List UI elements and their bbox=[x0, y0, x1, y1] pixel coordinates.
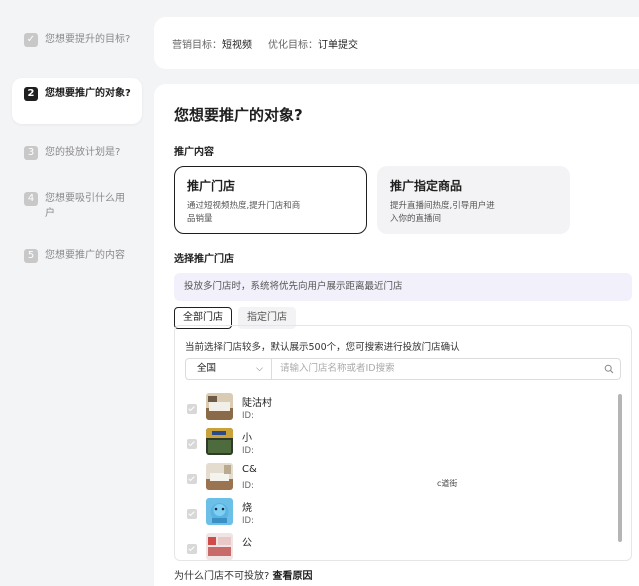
store-id: ID: bbox=[242, 516, 254, 526]
store-name: 烧 bbox=[242, 503, 252, 514]
table-row[interactable]: 小 ID: bbox=[175, 425, 615, 460]
list-scrollbar[interactable] bbox=[618, 394, 622, 542]
search-icon[interactable] bbox=[604, 364, 614, 374]
step-item-plan[interactable]: 3 您的投放计划是? bbox=[12, 137, 142, 168]
store-search-input[interactable]: 请输入门店名称或者ID搜索 bbox=[272, 359, 620, 379]
marketing-goal-value: 短视频 bbox=[222, 39, 252, 51]
step-number: 5 bbox=[24, 249, 38, 263]
step-number: 2 bbox=[24, 87, 38, 101]
store-thumbnail bbox=[206, 393, 233, 420]
table-row[interactable]: 公 bbox=[175, 530, 615, 560]
check-icon: ✓ bbox=[24, 33, 38, 47]
step-number: 3 bbox=[24, 146, 38, 160]
promotion-options: 推广门店 通过短视频热度,提升门店和商品销量 推广指定商品 提升直播间热度,引导… bbox=[174, 166, 634, 234]
region-select[interactable]: 全国 ⌵ bbox=[186, 359, 272, 379]
store-thumbnail bbox=[206, 498, 233, 525]
step-number: 4 bbox=[24, 192, 38, 206]
store-checkbox[interactable] bbox=[187, 404, 197, 414]
option-desc: 提升直播间热度,引导用户进入你的直播间 bbox=[390, 201, 495, 224]
store-checkbox[interactable] bbox=[187, 474, 197, 484]
view-reason-link[interactable]: 查看原因 bbox=[273, 571, 313, 582]
store-id: ID: bbox=[242, 481, 254, 491]
step-sidebar: ✓ 您想要提升的目标? 2 您想要推广的对象? 3 您的投放计划是? 4 您想要… bbox=[0, 0, 150, 586]
table-row[interactable]: C& ID: bbox=[175, 460, 615, 495]
region-value: 全国 bbox=[197, 363, 217, 374]
search-placeholder: 请输入门店名称或者ID搜索 bbox=[280, 363, 395, 374]
option-promote-product[interactable]: 推广指定商品 提升直播间热度,引导用户进入你的直播间 bbox=[377, 166, 570, 234]
step-item-content[interactable]: 5 您想要推广的内容 bbox=[12, 240, 142, 271]
unavailable-reason: 为什么门店不可投放? 查看原因 bbox=[174, 567, 313, 582]
store-checkbox[interactable] bbox=[187, 509, 197, 519]
store-checkbox[interactable] bbox=[187, 439, 197, 449]
store-thumbnail bbox=[206, 428, 233, 455]
store-filter: 全国 ⌵ 请输入门店名称或者ID搜索 bbox=[185, 358, 621, 380]
content-section-label: 推广内容 bbox=[174, 147, 214, 158]
chevron-down-icon: ⌵ bbox=[256, 364, 263, 374]
option-title: 推广门店 bbox=[187, 179, 236, 193]
marketing-goal-key: 营销目标： bbox=[172, 39, 222, 51]
step-label: 您想要吸引什么用户 bbox=[45, 193, 125, 219]
option-desc: 通过短视频热度,提升门店和商品销量 bbox=[187, 201, 301, 224]
main-card: 您想要推广的对象? 推广内容 推广门店 通过短视频热度,提升门店和商品销量 推广… bbox=[154, 84, 639, 586]
table-row[interactable]: 陡沽村 ID: bbox=[175, 390, 615, 425]
page-title: 您想要推广的对象? bbox=[174, 106, 303, 124]
select-store-label: 选择推广门店 bbox=[174, 254, 234, 265]
store-address: c道街 bbox=[437, 479, 458, 488]
store-name: 陡沽村 bbox=[242, 398, 272, 409]
optimize-goal-value: 订单提交 bbox=[318, 39, 358, 51]
store-id: ID: bbox=[242, 411, 254, 421]
option-promote-store[interactable]: 推广门店 通过短视频热度,提升门店和商品销量 bbox=[174, 166, 367, 234]
info-tip: 投放多门店时，系统将优先向用户展示距离最近门店 bbox=[174, 273, 632, 301]
store-note: 当前选择门店较多，默认展示500个，您可搜索进行投放门店确认 bbox=[185, 342, 460, 353]
store-checkbox[interactable] bbox=[187, 544, 197, 554]
step-label: 您的投放计划是? bbox=[45, 147, 121, 158]
option-title: 推广指定商品 bbox=[390, 179, 463, 193]
table-row[interactable]: 烧 ID: bbox=[175, 495, 615, 530]
step-label: 您想要推广的内容 bbox=[45, 250, 125, 261]
step-item-audience[interactable]: 4 您想要吸引什么用户 bbox=[12, 183, 142, 229]
store-list: 陡沽村 ID: 小 ID: C& ID: 烧 ID: 公 c道街 bbox=[175, 390, 615, 560]
store-name: 小 bbox=[242, 433, 252, 444]
step-label: 您想要推广的对象? bbox=[45, 88, 131, 99]
goal-summary-card: 营销目标： 短视频 优化目标： 订单提交 bbox=[154, 17, 639, 69]
step-item-goal[interactable]: ✓ 您想要提升的目标? bbox=[12, 24, 142, 55]
footer-question: 为什么门店不可投放? bbox=[174, 571, 270, 582]
store-id: ID: bbox=[242, 446, 254, 456]
step-label: 您想要提升的目标? bbox=[45, 34, 131, 45]
store-name: C& bbox=[242, 464, 257, 475]
store-thumbnail bbox=[206, 533, 233, 560]
store-list-panel: 当前选择门店较多，默认展示500个，您可搜索进行投放门店确认 全国 ⌵ 请输入门… bbox=[174, 325, 632, 561]
store-thumbnail bbox=[206, 463, 233, 490]
optimize-goal-key: 优化目标： bbox=[268, 39, 318, 51]
step-item-object[interactable]: 2 您想要推广的对象? bbox=[12, 78, 142, 124]
store-name: 公 bbox=[242, 538, 252, 549]
